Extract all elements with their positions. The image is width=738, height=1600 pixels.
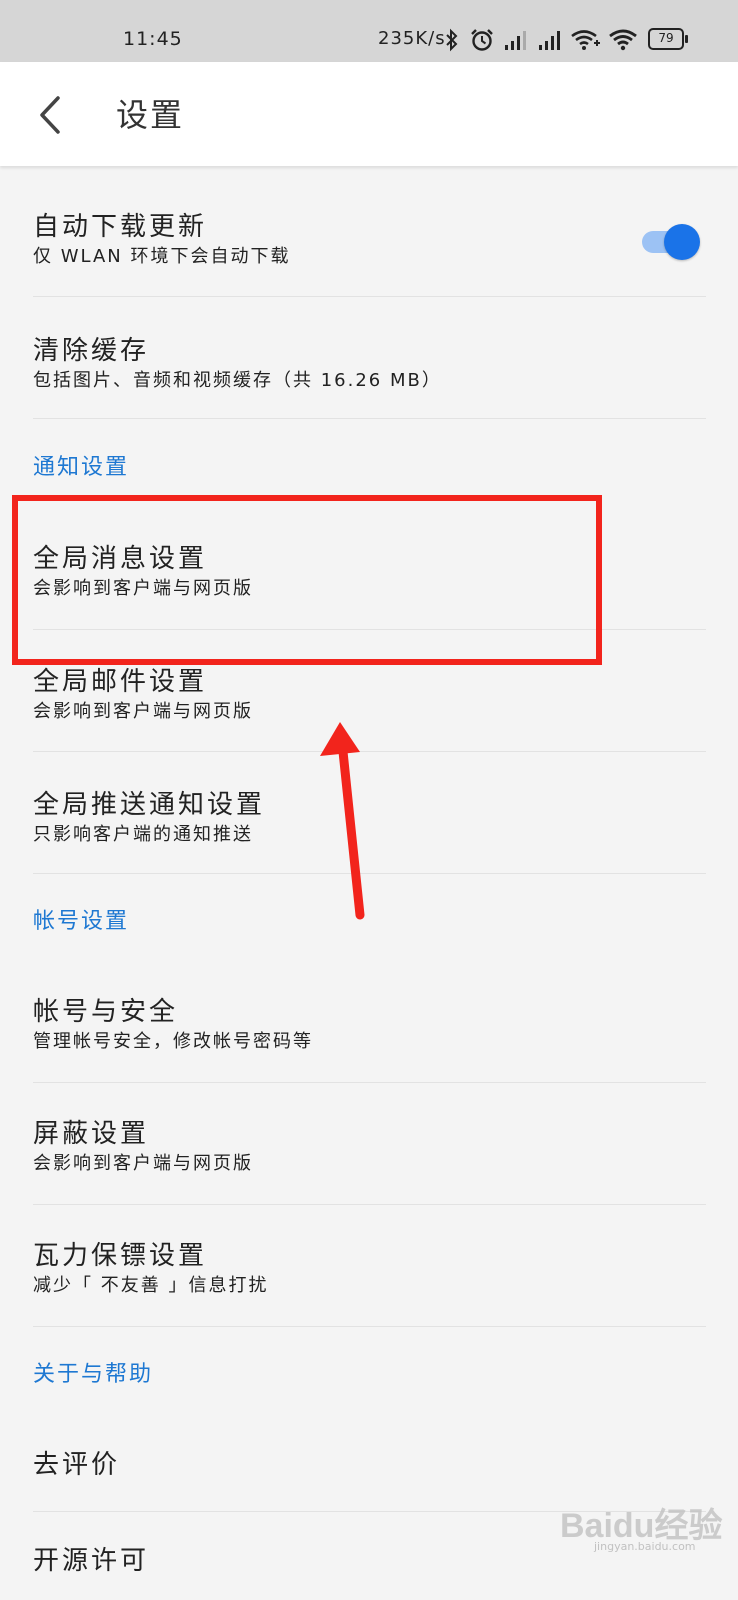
bluetooth-icon (446, 28, 458, 52)
global-push-row[interactable]: 全局推送通知设置 只影响客户端的通知推送 (0, 752, 738, 873)
app-bar: 设置 (0, 62, 738, 166)
rate-title: 去评价 (33, 1450, 121, 1480)
open-source-title: 开源许可 (33, 1546, 150, 1576)
clear-cache-title: 清除缓存 (33, 336, 150, 366)
back-arrow-icon[interactable] (34, 92, 74, 138)
battery-level: 79 (658, 31, 674, 45)
global-push-subtitle: 只影响客户端的通知推送 (33, 824, 253, 845)
clear-cache-row[interactable]: 清除缓存 包括图片、音频和视频缓存（共 16.26 MB） (0, 297, 738, 418)
account-security-title: 帐号与安全 (33, 997, 179, 1027)
status-bar: 11:45 235K/s 79 (0, 0, 738, 62)
signal-sim2-icon (539, 31, 560, 50)
account-security-row[interactable]: 帐号与安全 管理帐号安全，修改帐号密码等 (0, 960, 738, 1082)
block-settings-row[interactable]: 屏蔽设置 会影响到客户端与网页版 (0, 1083, 738, 1204)
clear-cache-subtitle: 包括图片、音频和视频缓存（共 16.26 MB） (33, 370, 442, 391)
wifi-icon (609, 29, 637, 51)
auto-download-row[interactable]: 自动下载更新 仅 WLAN 环境下会自动下载 (0, 166, 738, 296)
global-message-subtitle: 会影响到客户端与网页版 (33, 578, 253, 599)
bodyguard-row[interactable]: 瓦力保镖设置 减少「 不友善 」信息打扰 (0, 1205, 738, 1326)
open-source-row[interactable]: 开源许可 (0, 1512, 738, 1600)
battery-icon: 79 (648, 28, 688, 50)
divider (33, 418, 706, 419)
global-message-title: 全局消息设置 (33, 544, 208, 574)
bodyguard-title: 瓦力保镖设置 (33, 1241, 208, 1271)
signal-sim1-icon (505, 31, 526, 50)
alarm-icon (471, 29, 493, 51)
block-settings-subtitle: 会影响到客户端与网页版 (33, 1153, 253, 1174)
auto-download-toggle[interactable] (640, 222, 702, 262)
account-security-subtitle: 管理帐号安全，修改帐号密码等 (33, 1031, 313, 1052)
divider (33, 873, 706, 874)
network-speed: 235K/s (378, 28, 446, 49)
global-mail-title: 全局邮件设置 (33, 667, 208, 697)
rate-row[interactable]: 去评价 (0, 1416, 738, 1511)
auto-download-subtitle: 仅 WLAN 环境下会自动下载 (33, 246, 291, 267)
global-mail-row[interactable]: 全局邮件设置 会影响到客户端与网页版 (0, 630, 738, 751)
bodyguard-subtitle: 减少「 不友善 」信息打扰 (33, 1275, 269, 1296)
wifi-calling-icon (571, 30, 600, 50)
auto-download-title: 自动下载更新 (33, 212, 208, 242)
toggle-knob (664, 224, 700, 260)
status-time: 11:45 (123, 28, 183, 50)
section-header-account: 帐号设置 (33, 909, 130, 934)
section-header-about: 关于与帮助 (33, 1362, 154, 1387)
divider (33, 1326, 706, 1327)
global-push-title: 全局推送通知设置 (33, 790, 266, 820)
page-title: 设置 (116, 96, 185, 134)
section-header-notification: 通知设置 (33, 455, 130, 480)
block-settings-title: 屏蔽设置 (33, 1119, 150, 1149)
global-message-row[interactable]: 全局消息设置 会影响到客户端与网页版 (0, 506, 738, 629)
global-mail-subtitle: 会影响到客户端与网页版 (33, 701, 253, 722)
